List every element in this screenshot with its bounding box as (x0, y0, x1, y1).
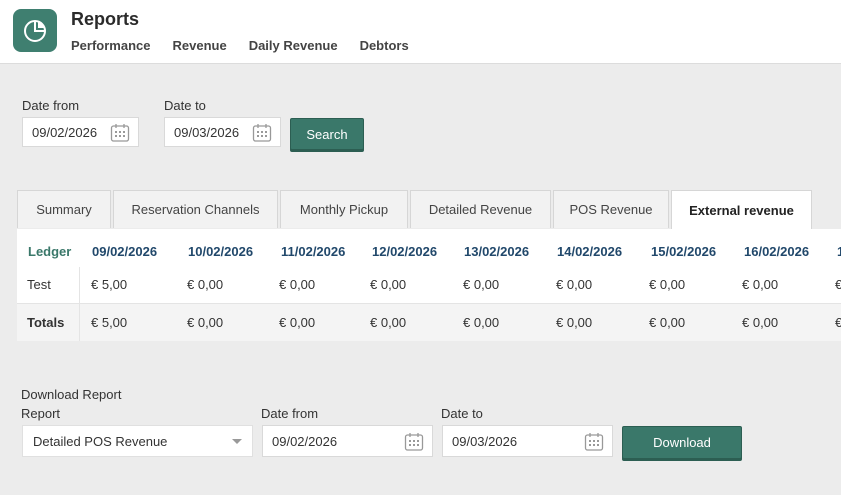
table-cell: € 0,00 (463, 277, 500, 292)
column-header: 09/02/2026 (92, 244, 158, 259)
table-cell: € 5,00 (91, 277, 128, 292)
calendar-icon[interactable] (252, 123, 272, 143)
nav-debtors[interactable]: Debtors (360, 38, 409, 53)
table-cell: € 0,00 (370, 315, 407, 330)
row-label: Test (27, 277, 51, 292)
download-date-from-label: Date from (261, 406, 319, 421)
nav-revenue[interactable]: Revenue (172, 38, 226, 53)
column-header: 14/02/2026 (557, 244, 623, 259)
table-cell: € 0,00 (742, 277, 779, 292)
app-header: Reports Performance Revenue Daily Revenu… (0, 0, 841, 64)
date-to-label: Date to (164, 98, 206, 113)
download-date-from-input[interactable]: 09/02/2026 (262, 425, 433, 457)
tab-monthly-pickup[interactable]: Monthly Pickup (280, 190, 408, 228)
tab-summary[interactable]: Summary (17, 190, 111, 228)
table-cell: € 0,00 (649, 277, 686, 292)
date-from-input[interactable]: 09/02/2026 (22, 117, 139, 147)
ledger-header: Ledger (28, 244, 72, 259)
table-cell: € 5,00 (91, 315, 128, 330)
report-select[interactable]: Detailed POS Revenue (22, 425, 253, 457)
row-divider (17, 303, 841, 304)
page-title: Reports (71, 9, 140, 29)
download-date-to-input[interactable]: 09/03/2026 (442, 425, 613, 457)
table-cell: € 0,00 (279, 315, 316, 330)
column-header: 1 (837, 244, 841, 259)
external-revenue-table: Ledger 09/02/2026 10/02/2026 11/02/2026 … (17, 229, 841, 341)
totals-label: Totals (27, 315, 65, 330)
table-cell: € 0,00 (279, 277, 316, 292)
nav-daily-revenue[interactable]: Daily Revenue (249, 38, 338, 53)
table-cell: € 0,00 (556, 315, 593, 330)
date-to-value: 09/03/2026 (174, 124, 240, 140)
date-from-label: Date from (22, 98, 80, 113)
calendar-icon[interactable] (404, 432, 424, 452)
download-report-title: Download Report (21, 387, 122, 402)
column-header: 10/02/2026 (188, 244, 254, 259)
download-date-from-value: 09/02/2026 (272, 433, 338, 449)
calendar-icon[interactable] (584, 432, 604, 452)
reports-logo-icon (13, 9, 57, 52)
column-header: 11/02/2026 (281, 244, 346, 259)
table-cell: € (835, 277, 841, 292)
download-button[interactable]: Download (622, 426, 742, 459)
totals-row-background (17, 304, 841, 341)
column-divider (79, 267, 80, 341)
download-date-to-label: Date to (441, 406, 483, 421)
chevron-down-icon (232, 439, 242, 444)
column-header: 16/02/2026 (744, 244, 810, 259)
report-tabs: Summary Reservation Channels Monthly Pic… (17, 190, 814, 229)
table-cell: € 0,00 (187, 315, 224, 330)
top-nav: Performance Revenue Daily Revenue Debtor… (71, 38, 431, 53)
nav-performance[interactable]: Performance (71, 38, 150, 53)
report-select-value: Detailed POS Revenue (33, 433, 168, 449)
date-to-input[interactable]: 09/03/2026 (164, 117, 281, 147)
tab-external-revenue[interactable]: External revenue (671, 190, 812, 229)
tab-pos-revenue[interactable]: POS Revenue (553, 190, 669, 228)
download-date-to-value: 09/03/2026 (452, 433, 518, 449)
table-cell: € (835, 315, 841, 330)
table-cell: € 0,00 (649, 315, 686, 330)
calendar-icon[interactable] (110, 123, 130, 143)
column-header: 15/02/2026 (651, 244, 717, 259)
report-label: Report (21, 406, 61, 421)
table-cell: € 0,00 (187, 277, 224, 292)
column-header: 13/02/2026 (464, 244, 530, 259)
column-header: 12/02/2026 (372, 244, 438, 259)
table-cell: € 0,00 (742, 315, 779, 330)
date-from-value: 09/02/2026 (32, 124, 98, 140)
table-cell: € 0,00 (463, 315, 500, 330)
table-cell: € 0,00 (556, 277, 593, 292)
tab-reservation-channels[interactable]: Reservation Channels (113, 190, 278, 228)
search-button[interactable]: Search (290, 118, 364, 150)
table-cell: € 0,00 (370, 277, 407, 292)
tab-detailed-revenue[interactable]: Detailed Revenue (410, 190, 551, 228)
